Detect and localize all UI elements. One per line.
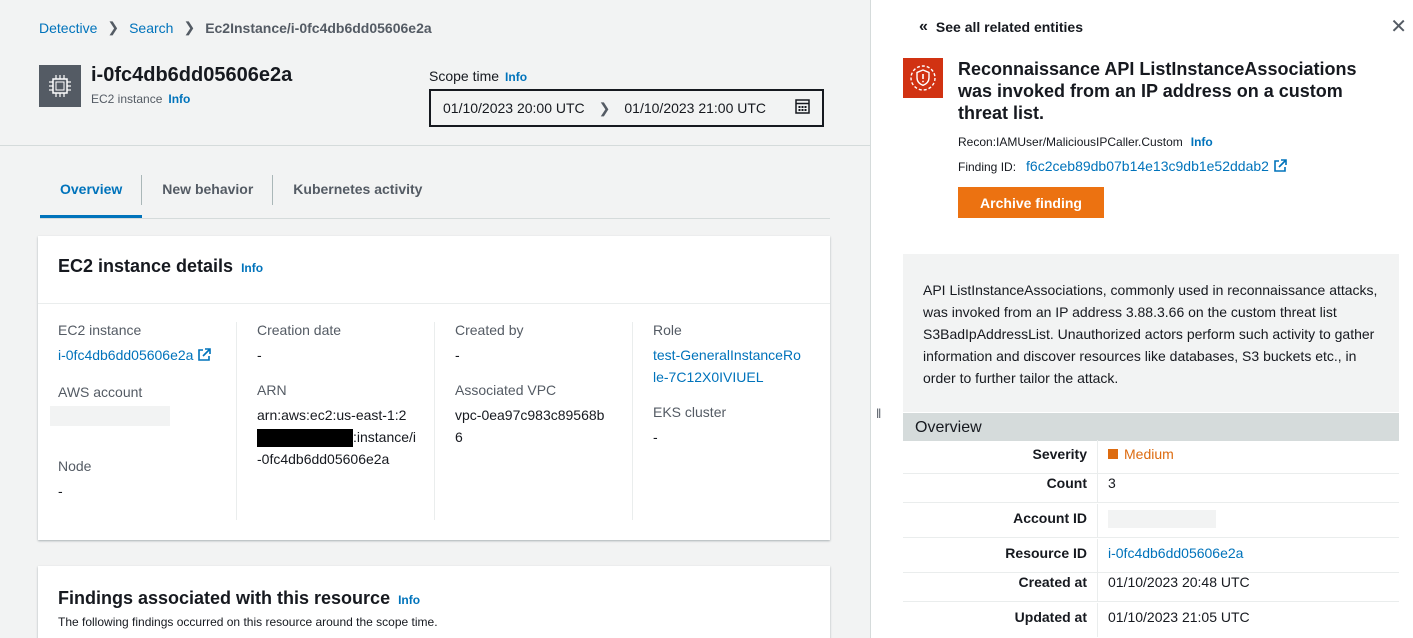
creation-date-label: Creation date xyxy=(257,322,342,338)
arn-label: ARN xyxy=(257,382,287,398)
overview-row-updated: Updated at 01/10/2023 21:05 UTC xyxy=(903,603,1399,637)
updated-at-value: 01/10/2023 21:05 UTC xyxy=(1108,609,1250,625)
findings-card: Findings associated with this resource In… xyxy=(38,566,830,638)
account-id-label: Account ID xyxy=(1013,510,1087,526)
finding-id-link[interactable]: f6c2ceb89db07b14e13c9db1e52ddab2 xyxy=(1026,158,1287,176)
vpc-value: vpc-0ea97c983c89568b6 xyxy=(455,407,605,445)
breadcrumb-current: Ec2Instance/i-0fc4db6dd05606e2a xyxy=(205,19,432,36)
findings-description: The following findings occurred on this … xyxy=(58,615,438,629)
account-id-value xyxy=(1108,510,1216,531)
severity-label: Severity xyxy=(1032,446,1087,462)
info-link[interactable]: Info xyxy=(168,92,190,106)
details-column-3: Created by - Associated VPC vpc-0ea97c98… xyxy=(434,322,631,520)
scope-end: 01/10/2023 21:00 UTC xyxy=(624,100,767,116)
main-content: Detective ❯ Search ❯ Ec2Instance/i-0fc4d… xyxy=(0,0,870,638)
resource-id-label: Resource ID xyxy=(1005,545,1087,561)
aws-account-value xyxy=(50,406,235,432)
resize-handle[interactable]: ‖ xyxy=(876,406,881,421)
details-column-2: Creation date - ARN arn:aws:ec2:us-east-… xyxy=(236,322,433,520)
external-link-icon xyxy=(1273,159,1287,176)
page-title: i-0fc4db6dd05606e2a xyxy=(91,64,293,86)
details-column-1: EC2 instance i-0fc4db6dd05606e2a AWS acc… xyxy=(38,322,235,520)
close-icon[interactable]: ✕ xyxy=(1390,14,1407,39)
count-label: Count xyxy=(1046,475,1087,491)
info-link[interactable]: Info xyxy=(241,261,263,275)
info-link[interactable]: Info xyxy=(398,593,420,607)
resource-id-link[interactable]: i-0fc4db6dd05606e2a xyxy=(1108,545,1243,561)
creation-date-value: - xyxy=(257,347,262,363)
updated-at-label: Updated at xyxy=(1014,609,1087,625)
arn-value: arn:aws:ec2:us-east-1:2:instance/i-0fc4d… xyxy=(257,407,417,467)
tab-bar: Overview New behavior Kubernetes activit… xyxy=(40,173,830,219)
findings-title: Findings associated with this resource xyxy=(58,588,391,608)
resource-type: EC2 instance Info xyxy=(91,92,190,106)
ec2-instance-details-card: EC2 instance details Info EC2 instance i… xyxy=(38,236,830,540)
card-header: EC2 instance details Info xyxy=(38,236,830,304)
finding-title: Reconnaissance API ListInstanceAssociati… xyxy=(958,59,1357,123)
archive-finding-button[interactable]: Archive finding xyxy=(958,187,1104,218)
header-divider xyxy=(0,145,870,146)
threat-shield-icon xyxy=(903,58,943,98)
created-by-value: - xyxy=(455,347,460,363)
finding-detail-panel: ‖ « See all related entities ✕ Reconnais… xyxy=(870,0,1413,638)
overview-row-created: Created at 01/10/2023 20:48 UTC xyxy=(903,568,1399,602)
overview-row-count: Count 3 xyxy=(903,469,1399,503)
vpc-label: Associated VPC xyxy=(455,382,557,398)
redacted-block xyxy=(257,429,353,448)
tab-new-behavior[interactable]: New behavior xyxy=(142,173,274,218)
chevron-right-icon: ❯ xyxy=(598,99,611,116)
external-link-icon xyxy=(197,346,212,368)
node-label: Node xyxy=(58,458,92,474)
created-at-value: 01/10/2023 20:48 UTC xyxy=(1108,574,1250,590)
details-column-4: Role test-GeneralInstanceRole-7C12X0IVIU… xyxy=(632,322,829,520)
count-value: 3 xyxy=(1108,475,1116,491)
finding-id: Finding ID: f6c2ceb89db07b14e13c9db1e52d… xyxy=(958,158,1287,176)
overview-row-account: Account ID xyxy=(903,504,1399,538)
tab-overview[interactable]: Overview xyxy=(40,173,143,218)
node-value: - xyxy=(58,483,63,499)
finding-description: API ListInstanceAssociations, commonly u… xyxy=(903,254,1399,412)
info-link[interactable]: Info xyxy=(1191,135,1213,149)
role-label: Role xyxy=(653,322,682,338)
chevron-right-icon: ❯ xyxy=(183,19,196,35)
info-link[interactable]: Info xyxy=(505,70,527,84)
ec2-instance-icon xyxy=(39,65,81,107)
severity-square-icon xyxy=(1108,449,1118,459)
calendar-icon[interactable] xyxy=(795,99,810,117)
severity-value: Medium xyxy=(1108,446,1174,462)
scope-time-picker[interactable]: 01/10/2023 20:00 UTC ❯ 01/10/2023 21:00 … xyxy=(429,89,824,127)
see-all-related-entities-link[interactable]: « See all related entities xyxy=(919,18,1083,36)
breadcrumb-detective[interactable]: Detective xyxy=(39,20,97,36)
chevron-right-icon: ❯ xyxy=(107,19,120,35)
ec2-instance-label: EC2 instance xyxy=(58,322,142,338)
ec2-instance-link[interactable]: i-0fc4db6dd05606e2a xyxy=(58,344,228,368)
role-link[interactable]: test-GeneralInstanceRole-7C12X0IVIUEL xyxy=(653,344,803,388)
tab-kubernetes-activity[interactable]: Kubernetes activity xyxy=(273,173,442,218)
scope-time-label: Scope time Info xyxy=(429,68,527,84)
finding-id-label: Finding ID: xyxy=(958,160,1017,174)
aws-account-label: AWS account xyxy=(58,384,143,400)
finding-type: Recon:IAMUser/MaliciousIPCaller.Custom In… xyxy=(958,135,1213,149)
card-title: EC2 instance details xyxy=(58,256,234,276)
eks-cluster-value: - xyxy=(653,429,658,445)
scope-start: 01/10/2023 20:00 UTC xyxy=(443,100,585,116)
created-at-label: Created at xyxy=(1018,574,1087,590)
resource-type-label: EC2 instance xyxy=(91,92,163,106)
eks-cluster-label: EKS cluster xyxy=(653,404,727,420)
breadcrumb-search[interactable]: Search xyxy=(129,20,173,36)
breadcrumb: Detective ❯ Search ❯ Ec2Instance/i-0fc4d… xyxy=(39,19,432,36)
overview-header: Overview xyxy=(903,413,1399,441)
double-chevron-left-icon: « xyxy=(919,18,928,35)
created-by-label: Created by xyxy=(455,322,524,338)
scope-time-text: Scope time xyxy=(429,68,500,84)
